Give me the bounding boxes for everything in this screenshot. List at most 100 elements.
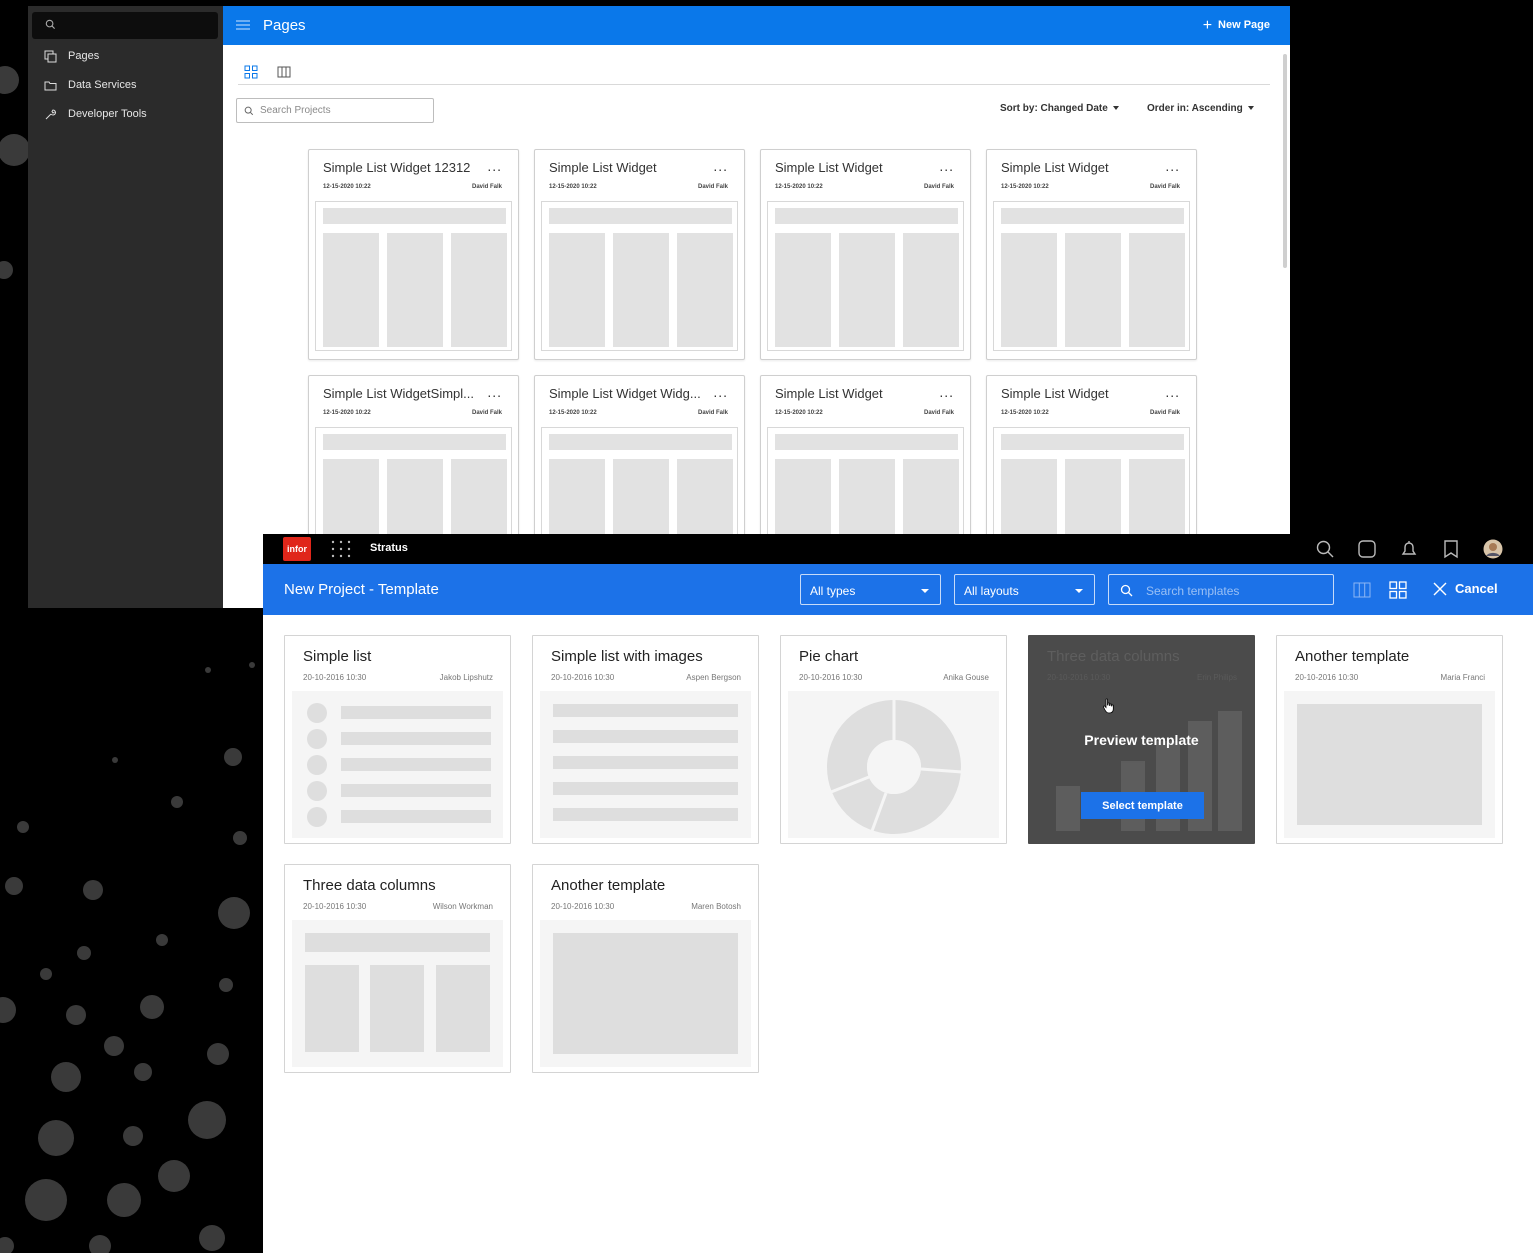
sidebar-search-input[interactable] bbox=[32, 12, 218, 39]
more-options-button[interactable]: ... bbox=[1165, 384, 1180, 400]
more-options-button[interactable]: ... bbox=[487, 384, 502, 400]
background-dot bbox=[104, 1036, 124, 1056]
more-options-button[interactable]: ... bbox=[939, 158, 954, 174]
background-dot bbox=[134, 1063, 152, 1081]
placeholder-column bbox=[305, 965, 359, 1052]
project-card[interactable]: Simple List Widget ... 12-15-2020 10:22 … bbox=[534, 149, 745, 360]
background-dot bbox=[199, 1225, 225, 1251]
thumbnail-column bbox=[839, 233, 895, 347]
template-title: Another template bbox=[551, 877, 666, 894]
app-switcher-icon[interactable] bbox=[330, 539, 352, 559]
template-card[interactable]: Simple list with images 20-10-2016 10:30… bbox=[532, 635, 759, 844]
hamburger-menu-icon[interactable] bbox=[236, 18, 250, 32]
background-dot bbox=[233, 831, 247, 845]
select-template-button[interactable]: Select template bbox=[1081, 792, 1204, 819]
template-date: 20-10-2016 10:30 bbox=[551, 673, 615, 682]
sidebar-item-label: Developer Tools bbox=[68, 108, 147, 120]
card-date: 12-15-2020 10:22 bbox=[323, 184, 371, 190]
search-projects-input[interactable]: Search Projects bbox=[236, 98, 434, 123]
chat-icon[interactable] bbox=[1357, 539, 1377, 559]
background-dot bbox=[140, 995, 164, 1019]
new-page-button[interactable]: + New Page bbox=[1202, 16, 1270, 34]
project-card[interactable]: Simple List Widget ... 12-15-2020 10:22 … bbox=[986, 149, 1197, 360]
placeholder-line bbox=[553, 782, 738, 795]
placeholder-column bbox=[370, 965, 424, 1052]
pie-chart-thumbnail bbox=[827, 699, 962, 834]
sort-by-dropdown[interactable]: Sort by: Changed Date bbox=[1000, 103, 1119, 114]
template-date: 20-10-2016 10:30 bbox=[551, 902, 615, 911]
thumbnail-bar bbox=[323, 208, 506, 224]
more-options-button[interactable]: ... bbox=[939, 384, 954, 400]
bell-icon[interactable] bbox=[1399, 539, 1419, 559]
more-options-button[interactable]: ... bbox=[713, 158, 728, 174]
template-card[interactable]: Another template 20-10-2016 10:30 Maria … bbox=[1276, 635, 1503, 844]
template-card[interactable]: Another template 20-10-2016 10:30 Maren … bbox=[532, 864, 759, 1073]
template-card[interactable]: Pie chart 20-10-2016 10:30 Anika Gouse bbox=[780, 635, 1007, 844]
sidebar-item-pages[interactable]: Pages bbox=[44, 46, 99, 66]
more-options-button[interactable]: ... bbox=[487, 158, 502, 174]
avatar[interactable] bbox=[1483, 539, 1503, 559]
card-title: Simple List Widget bbox=[1001, 160, 1109, 175]
card-date: 12-15-2020 10:22 bbox=[1001, 410, 1049, 416]
project-card[interactable]: Simple List Widget 12312 ... 12-15-2020 … bbox=[308, 149, 519, 360]
template-card[interactable]: Three data columns 20-10-2016 10:30 Wils… bbox=[284, 864, 511, 1073]
template-card[interactable]: Three data columns 20-10-2016 10:30 Erin… bbox=[1028, 635, 1255, 844]
placeholder-bar bbox=[1218, 711, 1242, 831]
page-title: Pages bbox=[263, 17, 306, 34]
card-title: Simple List Widget bbox=[1001, 386, 1109, 401]
placeholder-avatar bbox=[307, 755, 327, 775]
card-title: Simple List Widget bbox=[549, 160, 657, 175]
template-title: Simple list bbox=[303, 648, 372, 665]
caret-down-icon bbox=[1112, 106, 1119, 111]
thumbnail-column bbox=[1001, 233, 1057, 347]
pages-icon bbox=[44, 50, 57, 62]
screen: Pages Data Services Developer Tools Page… bbox=[0, 0, 1533, 1253]
cancel-button[interactable]: Cancel bbox=[1433, 581, 1498, 596]
placeholder-line bbox=[341, 706, 491, 719]
card-date: 12-15-2020 10:22 bbox=[775, 410, 823, 416]
hand-cursor-icon bbox=[1103, 698, 1114, 714]
sidebar-item-developer-tools[interactable]: Developer Tools bbox=[44, 104, 147, 124]
template-date: 20-10-2016 10:30 bbox=[799, 673, 863, 682]
layout-filter-select[interactable]: All layouts bbox=[954, 574, 1095, 605]
scrollbar[interactable] bbox=[1283, 54, 1287, 268]
template-title: Three data columns bbox=[303, 877, 436, 894]
background-dot bbox=[112, 757, 118, 763]
sidebar-item-data-services[interactable]: Data Services bbox=[44, 75, 136, 95]
template-card[interactable]: Simple list 20-10-2016 10:30 Jakob Lipsh… bbox=[284, 635, 511, 844]
more-options-button[interactable]: ... bbox=[1165, 158, 1180, 174]
project-card[interactable]: Simple List Widget ... 12-15-2020 10:22 … bbox=[760, 149, 971, 360]
card-author: David Falk bbox=[697, 410, 728, 416]
placeholder-avatar bbox=[307, 807, 327, 827]
sort-by-label: Sort by: Changed Date bbox=[1000, 103, 1108, 114]
order-dropdown[interactable]: Order in: Ascending bbox=[1147, 103, 1254, 114]
bookmark-icon[interactable] bbox=[1441, 539, 1461, 559]
card-author: David Falk bbox=[471, 410, 502, 416]
search-templates-input[interactable]: Search templates bbox=[1108, 574, 1334, 605]
preview-template-button[interactable]: Preview template bbox=[1029, 732, 1254, 748]
order-label: Order in: Ascending bbox=[1147, 103, 1243, 114]
card-date: 12-15-2020 10:22 bbox=[323, 410, 371, 416]
grid-view-icon[interactable] bbox=[244, 65, 258, 79]
template-date: 20-10-2016 10:30 bbox=[1295, 673, 1359, 682]
card-date: 12-15-2020 10:22 bbox=[549, 184, 597, 190]
background-dot bbox=[171, 796, 183, 808]
card-author: David Falk bbox=[1149, 410, 1180, 416]
template-thumbnail bbox=[540, 691, 751, 838]
plus-icon: + bbox=[1202, 16, 1213, 34]
background-dot bbox=[205, 667, 211, 673]
placeholder-line bbox=[553, 756, 738, 769]
card-thumbnail bbox=[541, 201, 738, 351]
column-view-icon[interactable] bbox=[277, 65, 291, 79]
column-view-icon[interactable] bbox=[1353, 582, 1371, 598]
template-thumbnail bbox=[292, 691, 503, 838]
type-filter-select[interactable]: All types bbox=[800, 574, 941, 605]
thumbnail-column bbox=[451, 233, 507, 347]
more-options-button[interactable]: ... bbox=[713, 384, 728, 400]
template-thumbnail bbox=[540, 920, 751, 1067]
thumbnail-column bbox=[1129, 233, 1185, 347]
search-icon[interactable] bbox=[1315, 539, 1335, 559]
placeholder-line bbox=[305, 933, 490, 952]
grid-view-icon[interactable] bbox=[1389, 581, 1407, 599]
background-dot bbox=[123, 1126, 143, 1146]
